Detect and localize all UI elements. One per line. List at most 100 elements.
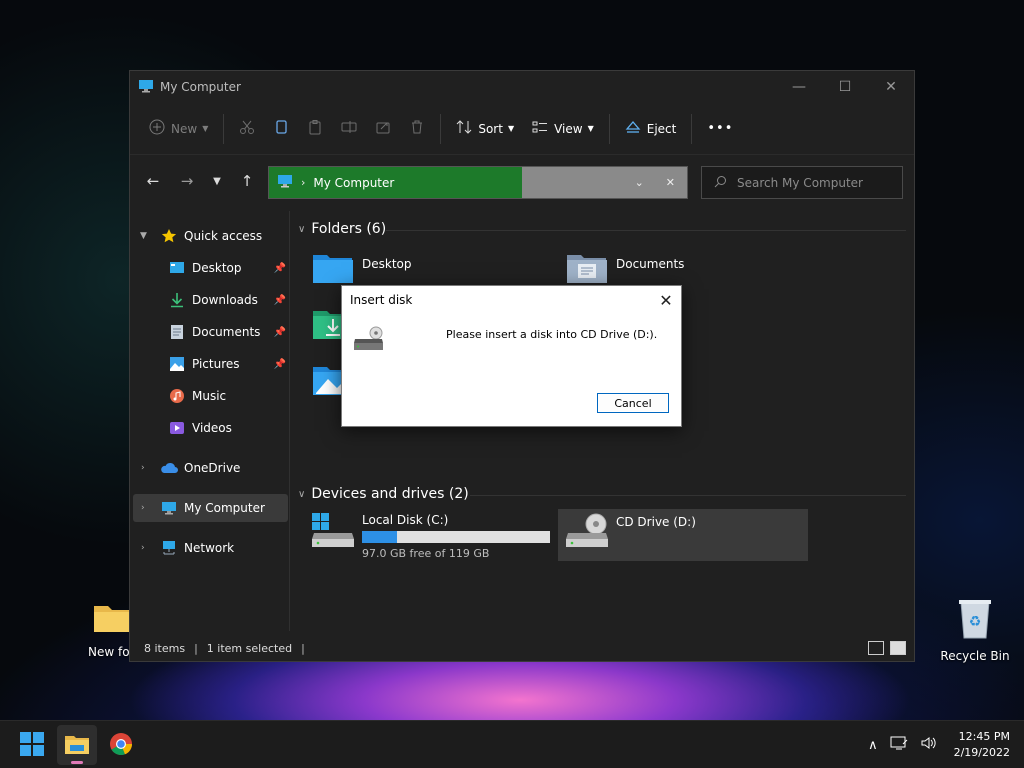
folders-section-header[interactable]: ∨ Folders (6) bbox=[298, 221, 386, 237]
sidebar-item-onedrive[interactable]: OneDrive bbox=[160, 455, 286, 481]
sidebar-item-music[interactable]: Music bbox=[168, 383, 286, 409]
drive-item-cd-drive[interactable]: CD Drive (D:) bbox=[558, 509, 808, 561]
start-button[interactable] bbox=[12, 725, 52, 765]
view-button-label: View bbox=[554, 121, 583, 136]
section-divider bbox=[470, 495, 906, 496]
dialog-close-button[interactable]: ✕ bbox=[651, 286, 681, 314]
address-bar[interactable]: › My Computer ⌄ ✕ bbox=[268, 166, 688, 199]
sidebar-item-label: Quick access bbox=[184, 229, 263, 243]
sidebar-item-pictures[interactable]: Pictures 📌 bbox=[168, 351, 286, 377]
copy-icon bbox=[273, 119, 289, 138]
delete-button[interactable] bbox=[400, 113, 434, 145]
chevron-right-icon[interactable]: › bbox=[141, 463, 145, 473]
file-explorer-icon bbox=[64, 733, 90, 758]
devices-section-header[interactable]: ∨ Devices and drives (2) bbox=[298, 486, 469, 502]
back-button[interactable]: ← bbox=[138, 167, 168, 195]
sidebar-item-desktop[interactable]: Desktop 📌 bbox=[168, 255, 286, 281]
pin-icon: 📌 bbox=[273, 294, 286, 306]
more-icon: ••• bbox=[707, 121, 734, 136]
title-bar[interactable]: My Computer — ☐ ✕ bbox=[130, 71, 914, 103]
documents-folder-icon bbox=[566, 251, 608, 288]
command-bar: New ▼ Sort ▼ View ▼ Eject ••• bbox=[130, 103, 914, 155]
chevron-down-icon: ▼ bbox=[507, 124, 515, 133]
picture-icon bbox=[168, 355, 186, 373]
rename-button[interactable] bbox=[332, 113, 366, 145]
network-status-icon[interactable] bbox=[890, 735, 908, 755]
computer-icon bbox=[138, 79, 154, 96]
window-title: My Computer bbox=[160, 80, 241, 94]
address-clear-icon[interactable]: ✕ bbox=[666, 176, 675, 189]
drive-name: Local Disk (C:) bbox=[362, 513, 449, 527]
dialog-title-bar[interactable]: Insert disk ✕ bbox=[342, 286, 681, 314]
chrome-icon bbox=[109, 732, 133, 759]
forward-button[interactable]: → bbox=[172, 167, 202, 195]
drive-usage-fill bbox=[362, 531, 397, 543]
clock[interactable]: 12:45 PM 2/19/2022 bbox=[954, 729, 1010, 761]
chevron-down-icon: ▼ bbox=[202, 124, 209, 133]
folder-item-documents[interactable]: Documents bbox=[566, 251, 684, 288]
cancel-button[interactable]: Cancel bbox=[597, 393, 669, 413]
taskbar-file-explorer[interactable] bbox=[57, 725, 97, 765]
eject-icon bbox=[625, 119, 641, 138]
windows-drive-icon bbox=[312, 511, 354, 552]
copy-button[interactable] bbox=[264, 113, 298, 145]
desktop-icon-recycle-bin[interactable]: ♻ Recycle Bin bbox=[935, 598, 1015, 663]
folder-name: Desktop bbox=[362, 257, 412, 271]
system-tray: ∧ 12:45 PM 2/19/2022 bbox=[862, 721, 1010, 768]
sidebar-item-network[interactable]: Network bbox=[160, 535, 286, 561]
folder-item-desktop[interactable]: Desktop bbox=[312, 251, 412, 288]
chevron-down-icon[interactable]: ▼ bbox=[140, 231, 147, 241]
chevron-down-icon: ∨ bbox=[298, 488, 306, 500]
toolbar-divider bbox=[440, 113, 442, 144]
search-input[interactable] bbox=[737, 175, 887, 190]
sidebar-item-my-computer[interactable]: My Computer bbox=[160, 495, 286, 521]
clipboard-icon bbox=[307, 119, 323, 138]
view-button[interactable]: View ▼ bbox=[523, 113, 603, 145]
toolbar-divider bbox=[223, 113, 225, 144]
download-arrow-icon bbox=[168, 291, 186, 309]
sort-button[interactable]: Sort ▼ bbox=[447, 113, 523, 145]
share-button[interactable] bbox=[366, 113, 400, 145]
new-button[interactable]: New ▼ bbox=[140, 113, 217, 145]
minimize-button[interactable]: — bbox=[776, 71, 822, 103]
status-bar: 8 items | 1 item selected | bbox=[130, 635, 914, 661]
address-dropdown-chevron-icon[interactable]: ⌄ bbox=[635, 176, 644, 189]
drive-free-space: 97.0 GB free of 119 GB bbox=[362, 547, 490, 560]
insert-disk-dialog: Insert disk ✕ Please insert a disk into … bbox=[341, 285, 682, 427]
taskbar-chrome[interactable] bbox=[101, 725, 141, 765]
sidebar-item-label: Desktop bbox=[192, 261, 242, 275]
cloud-icon bbox=[160, 459, 178, 477]
sidebar-item-videos[interactable]: Videos bbox=[168, 415, 286, 441]
details-view-button[interactable] bbox=[868, 641, 884, 655]
section-divider bbox=[386, 230, 906, 231]
up-button[interactable]: ↑ bbox=[232, 167, 262, 195]
taskbar: ∧ 12:45 PM 2/19/2022 bbox=[0, 720, 1024, 768]
chevron-up-icon[interactable]: ∧ bbox=[868, 738, 878, 753]
sort-button-label: Sort bbox=[478, 121, 503, 136]
computer-icon bbox=[160, 499, 178, 517]
status-selected-count: 1 item selected bbox=[206, 641, 293, 655]
chevron-right-icon[interactable]: › bbox=[141, 503, 145, 513]
paste-button[interactable] bbox=[298, 113, 332, 145]
svg-text:♻: ♻ bbox=[969, 614, 982, 630]
star-icon bbox=[160, 227, 178, 245]
sidebar-item-label: Music bbox=[192, 389, 227, 403]
more-options-button[interactable]: ••• bbox=[698, 113, 742, 145]
breadcrumb-my-computer[interactable]: My Computer bbox=[313, 176, 394, 190]
chevron-right-icon[interactable]: › bbox=[141, 543, 145, 553]
sidebar-item-label: Network bbox=[184, 541, 235, 555]
drive-name: CD Drive (D:) bbox=[616, 515, 696, 529]
recent-locations-button[interactable]: ▼ bbox=[202, 167, 232, 195]
large-icons-view-button[interactable] bbox=[890, 641, 906, 655]
sidebar-item-quick-access[interactable]: Quick access bbox=[160, 223, 286, 249]
sidebar-item-downloads[interactable]: Downloads 📌 bbox=[168, 287, 286, 313]
close-button[interactable]: ✕ bbox=[868, 71, 914, 103]
trash-icon bbox=[409, 119, 425, 138]
maximize-button[interactable]: ☐ bbox=[822, 71, 868, 103]
drive-item-local-disk[interactable]: Local Disk (C:) 97.0 GB free of 119 GB bbox=[312, 511, 550, 560]
volume-icon[interactable] bbox=[920, 735, 938, 755]
cut-button[interactable] bbox=[230, 113, 264, 145]
devices-section-title: Devices and drives (2) bbox=[311, 486, 469, 502]
sidebar-item-documents[interactable]: Documents 📌 bbox=[168, 319, 286, 345]
eject-button[interactable]: Eject bbox=[616, 113, 686, 145]
